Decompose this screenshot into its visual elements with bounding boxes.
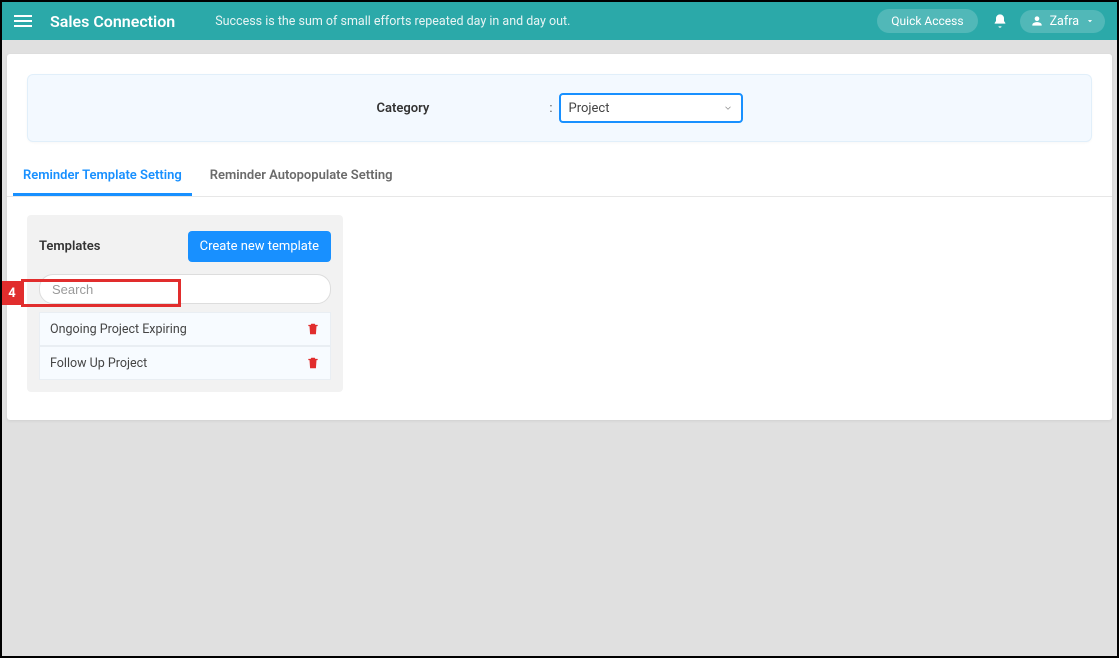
chevron-down-icon [723,103,733,113]
menu-icon[interactable] [14,12,32,30]
tagline-text: Success is the sum of small efforts repe… [215,14,570,29]
user-menu[interactable]: Zafra [1020,10,1105,33]
tab-reminder-autopopulate-setting[interactable]: Reminder Autopopulate Setting [200,158,403,196]
user-icon [1030,14,1044,28]
brand-title: Sales Connection [50,12,175,31]
tabs-bar: Reminder Template Setting Reminder Autop… [7,158,1112,197]
user-name: Zafra [1050,14,1079,29]
category-label: Category [376,101,429,116]
template-item-label: Ongoing Project Expiring [50,322,187,337]
annotation-number: 4 [2,281,22,305]
category-select[interactable]: Project [559,93,743,123]
trash-icon[interactable] [306,355,320,371]
category-bar: Category : Project [27,74,1092,142]
templates-title: Templates [39,239,100,254]
app-header: Sales Connection Success is the sum of s… [2,2,1117,40]
tab-reminder-template-setting[interactable]: Reminder Template Setting [13,158,192,196]
notification-bell-icon[interactable] [992,12,1008,30]
search-input[interactable] [52,282,318,297]
template-item-label: Follow Up Project [50,356,147,371]
template-item[interactable]: Ongoing Project Expiring [39,312,331,346]
search-input-wrapper[interactable] [39,274,331,304]
templates-panel: Templates Create new template Ongoing Pr… [27,215,343,392]
category-select-value: Project [569,101,610,116]
create-template-button[interactable]: Create new template [188,231,331,262]
content-panel: Templates Create new template Ongoing Pr… [7,197,1112,420]
main-card: Category : Project Reminder Template Set… [7,54,1112,420]
quick-access-button[interactable]: Quick Access [877,9,977,33]
trash-icon[interactable] [306,321,320,337]
colon-separator: : [549,101,552,116]
template-item[interactable]: Follow Up Project [39,346,331,380]
chevron-down-icon [1085,16,1095,26]
